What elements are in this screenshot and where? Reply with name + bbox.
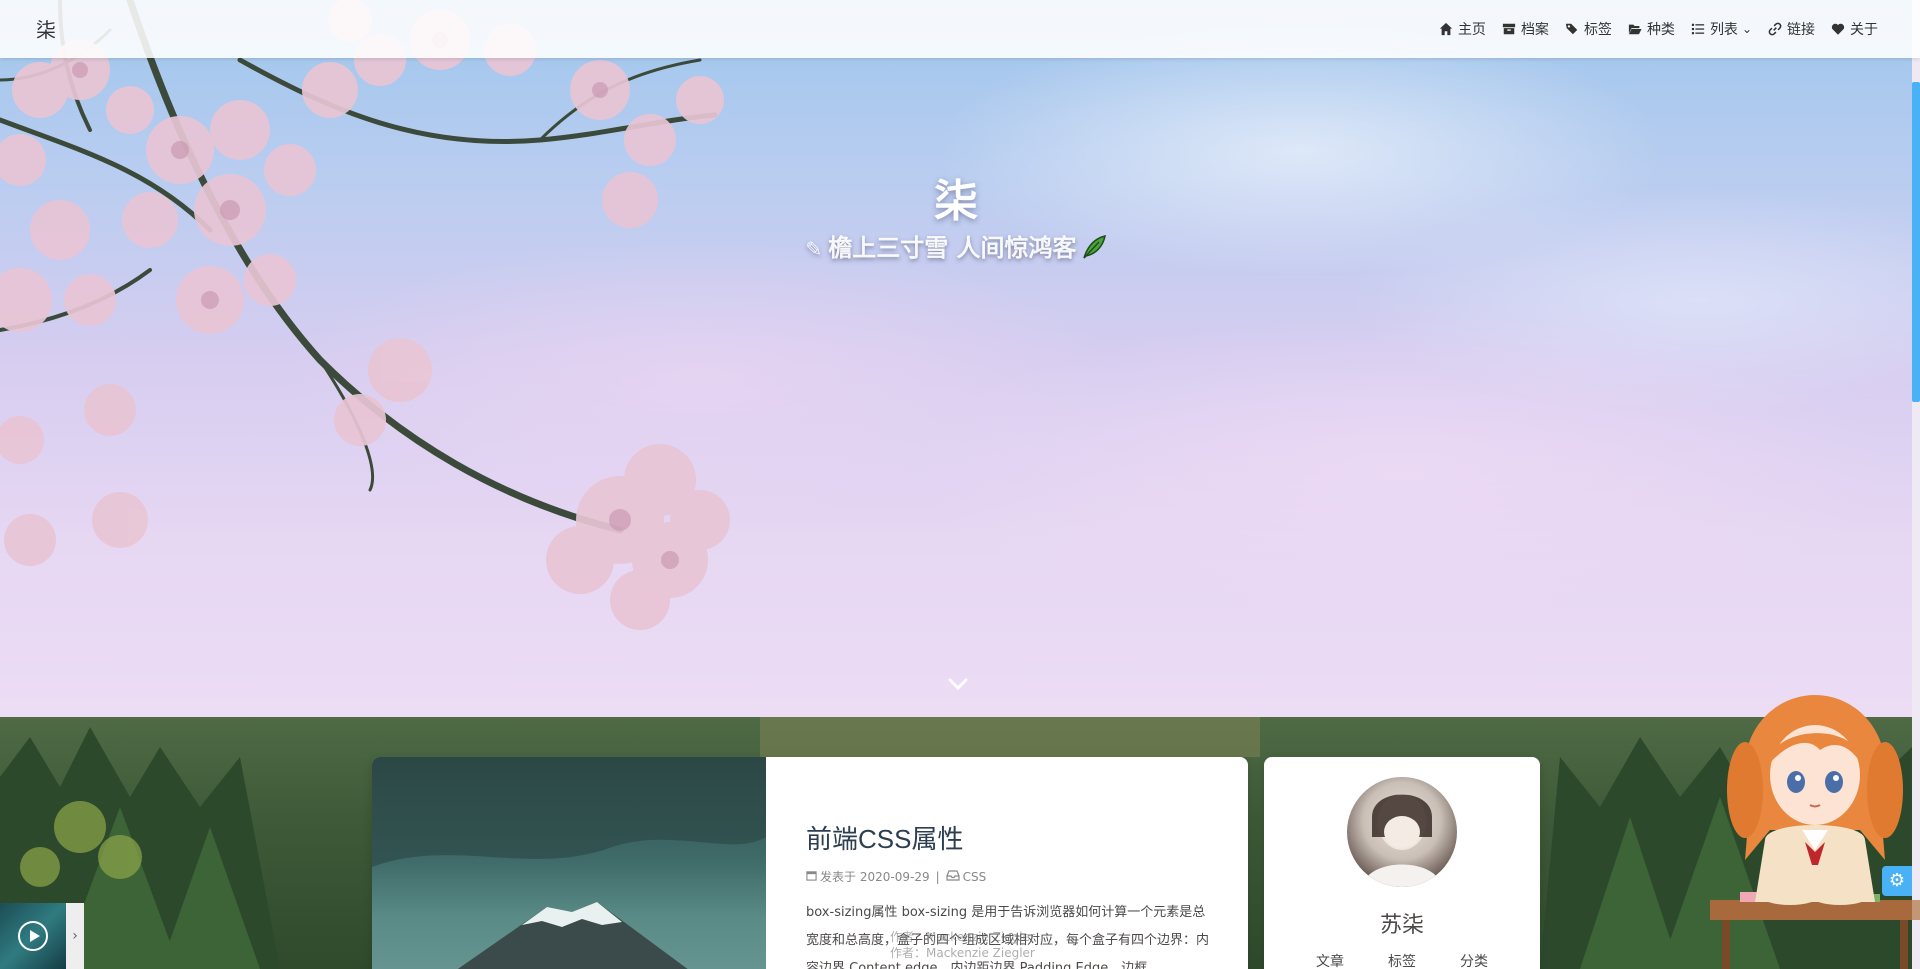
author-stats: 文章 标签 分类 xyxy=(1264,951,1540,969)
folder-open-icon xyxy=(1628,24,1642,35)
watermark-line: 作者：Mackenzie Ziegler xyxy=(890,946,1035,960)
cherry-blossom-branch xyxy=(0,0,730,630)
image-watermark: 作者：Mackenzie Ziegler 作者：Mackenzie Ziegle… xyxy=(890,929,1035,961)
author-name: 苏柒 xyxy=(1379,913,1424,938)
author-card: 苏柒 文章 标签 分类 xyxy=(1264,757,1540,969)
post-date: 2020-09-29 xyxy=(859,869,930,884)
player-toggle-button[interactable]: › xyxy=(66,903,84,969)
nav-item-links[interactable]: 链接 xyxy=(1768,19,1815,39)
scrollbar-thumb[interactable] xyxy=(1912,82,1920,402)
navbar: 柒 主页 档案 标签 种类 列表 ⌄ 链接 关于 xyxy=(0,0,1920,58)
nav-item-list[interactable]: 列表 ⌄ xyxy=(1691,19,1752,39)
pencil-icon: ✎ xyxy=(805,237,823,261)
chevron-right-icon: › xyxy=(72,928,78,944)
nav-label: 主页 xyxy=(1457,22,1486,38)
post-category-link[interactable]: CSS xyxy=(963,870,987,884)
gear-icon: ⚙ xyxy=(1888,870,1906,891)
site-subtitle: ✎ 檐上三寸雪 人间惊鸿客 xyxy=(0,228,1912,266)
tags-icon xyxy=(1565,23,1578,35)
link-icon xyxy=(1768,22,1782,36)
chevron-down-icon: ⌄ xyxy=(1741,22,1752,36)
mountain-illustration xyxy=(372,757,766,969)
stat-articles[interactable]: 文章 xyxy=(1316,951,1344,969)
archive-icon xyxy=(1502,23,1516,35)
nav-label: 种类 xyxy=(1646,22,1675,38)
nav-label: 关于 xyxy=(1850,22,1878,38)
nav-item-archive[interactable]: 档案 xyxy=(1502,19,1549,39)
settings-gear-button[interactable]: ⚙ xyxy=(1882,866,1912,896)
post-meta-prefix: 发表于 xyxy=(820,870,857,884)
scroll-down-icon[interactable] xyxy=(946,672,970,696)
nav-label: 列表 xyxy=(1709,22,1738,38)
nav-item-about[interactable]: 关于 xyxy=(1831,19,1878,39)
subtitle-text: 檐上三寸雪 人间惊鸿客 xyxy=(828,234,1077,262)
stat-tags[interactable]: 标签 xyxy=(1388,951,1416,969)
site-title: 柒 xyxy=(934,176,978,227)
live2d-character[interactable] xyxy=(1710,690,1920,969)
meta-separator: | xyxy=(935,869,940,884)
nav-menu: 主页 档案 标签 种类 列表 ⌄ 链接 关于 xyxy=(1423,0,1878,58)
list-icon xyxy=(1691,23,1705,35)
nav-item-categories[interactable]: 种类 xyxy=(1628,19,1675,39)
post-cover-image[interactable] xyxy=(372,757,766,969)
nav-label: 链接 xyxy=(1787,22,1815,38)
nav-item-home[interactable]: 主页 xyxy=(1439,19,1486,39)
hero-banner: 柒 ✎ 檐上三寸雪 人间惊鸿客 xyxy=(0,0,1912,717)
heart-icon xyxy=(1831,23,1845,35)
leaf-icon xyxy=(1081,234,1107,266)
stat-categories[interactable]: 分类 xyxy=(1460,951,1488,969)
nav-label: 标签 xyxy=(1583,22,1612,38)
inbox-icon xyxy=(946,869,960,884)
post-meta: 发表于 2020-09-29 | CSS xyxy=(806,868,1216,885)
brand-link[interactable]: 柒 xyxy=(36,14,56,43)
post-title[interactable]: 前端CSS属性 xyxy=(806,819,1216,856)
watermark-line: 作者：Mackenzie Ziegler xyxy=(890,930,1035,944)
avatar[interactable] xyxy=(1347,777,1457,887)
calendar-icon xyxy=(806,870,817,884)
post-card[interactable]: 前端CSS属性 发表于 2020-09-29 | CSS box-sizing属… xyxy=(372,757,1248,969)
nav-label: 档案 xyxy=(1520,22,1549,38)
music-player: › xyxy=(0,903,84,969)
music-cover[interactable] xyxy=(0,903,66,969)
nav-item-tags[interactable]: 标签 xyxy=(1565,19,1612,39)
play-icon[interactable] xyxy=(18,921,48,951)
home-icon xyxy=(1439,22,1453,36)
